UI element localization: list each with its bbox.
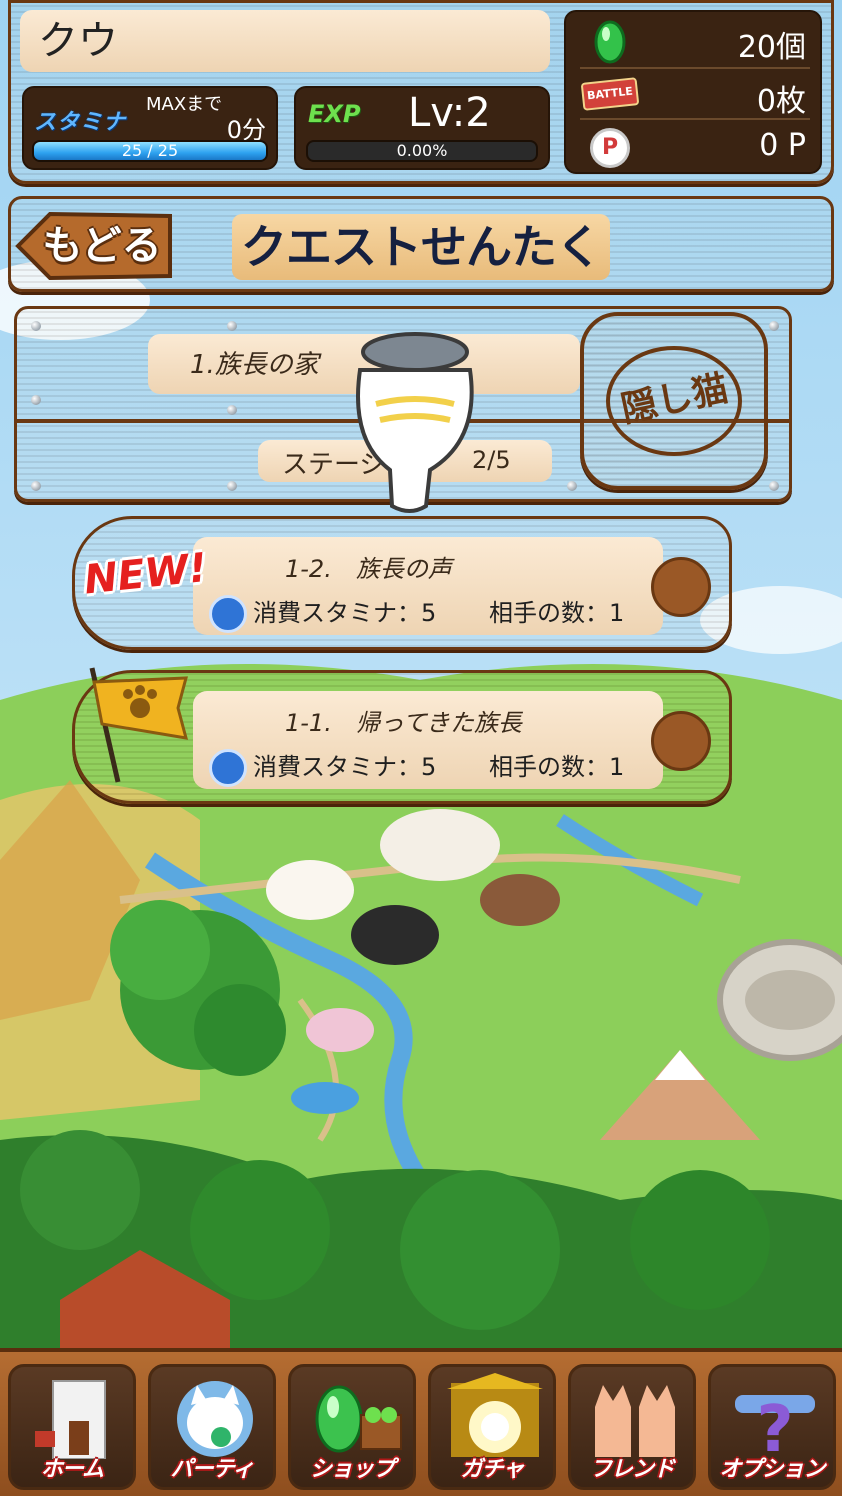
gacha-shrine-icon [447,1373,543,1457]
party-cat-icon [177,1381,253,1457]
points-icon: P [590,128,630,168]
svg-text:?: ? [756,1393,793,1459]
exp-bar: 0.00% [306,140,538,162]
nav-label: ショップ [309,1457,395,1482]
battle-tickets-row: BATTLE 0枚 [566,70,824,120]
stamina-panel: スタミナ MAXまで 0分 25 / 25 [22,86,278,170]
option-question-icon: ? [735,1393,815,1459]
battle-ticket-icon: BATTLE [580,77,640,111]
quest-title: 1-1. 帰ってきた族長 [285,709,522,737]
paw-stamp-icon [651,557,711,617]
stamina-bar: 25 / 25 [32,140,268,162]
back-button-label: もどる [42,223,162,269]
exp-panel: EXP Lv:2 0.00% [294,86,550,170]
nail [769,321,779,331]
new-badge: NEW! [82,545,212,604]
gems-count: 20個 [737,30,806,65]
cleared-flag-icon [89,667,189,783]
stamina-label: スタミナ [34,110,127,135]
nail [31,321,41,331]
nav-option-button[interactable]: ? オプション [708,1364,836,1490]
exp-label: EXP [308,100,361,128]
green-gem-icon [594,20,626,64]
bottom-navigation: ホーム パーティ ショップ ガチャ フレンド ? オプション [0,1348,842,1496]
paw-stamina-icon [209,749,247,787]
nav-label: パーティ [170,1457,255,1482]
nav-label: ガチャ [460,1457,525,1482]
nail [31,395,41,405]
quest-stamina-cost: 消費スタミナ：5 [253,753,437,781]
nail [769,481,779,491]
tutorial-hand-pointer-icon [356,332,474,513]
nav-party-button[interactable]: パーティ [148,1364,276,1490]
nav-home-button[interactable]: ホーム [8,1364,136,1490]
points-row: P 0 P [566,122,824,172]
nav-label: オプション [719,1457,825,1482]
nav-label: ホーム [40,1457,104,1482]
home-house-icon [35,1380,106,1459]
resources-panel: 20個 BATTLE 0枚 P 0 P [564,10,822,174]
separator [580,118,810,120]
shop-gem-icon [315,1385,402,1453]
new-badge-text: NEW! [81,544,210,604]
nav-gacha-button[interactable]: ガチャ [428,1364,556,1490]
stamina-max-label: MAXまで [146,94,223,115]
separator [580,67,810,69]
friends-cats-icon [595,1385,675,1457]
quest-enemy-count: 相手の数：1 [489,599,625,627]
quest-title: 1-2. 族長の声 [285,555,452,583]
paw-stamp-icon [651,711,711,771]
nav-shop-button[interactable]: ショップ [288,1364,416,1490]
nail [227,481,237,491]
nail [567,481,577,491]
back-button[interactable]: もどる [14,210,174,282]
battle-tickets-count: 0枚 [756,84,806,119]
level-text: Lv:2 [408,90,491,136]
player-name: クウ [20,10,550,72]
nav-friend-button[interactable]: フレンド [568,1364,696,1490]
quest-enemy-count: 相手の数：1 [489,753,625,781]
page-title: クエストせんたく [241,220,602,274]
nail [227,321,237,331]
nail [31,481,41,491]
nail [227,405,237,415]
nav-label: フレンド [589,1457,675,1482]
quest-stamina-cost: 消費スタミナ：5 [253,599,437,627]
area-name: 1.族長の家 [190,350,319,380]
exp-bar-text: 0.00% [396,141,448,160]
gems-row: 20個 [566,16,824,66]
hidden-cat-badge[interactable]: 隠し猫 [580,312,768,490]
stamina-bar-text: 25 / 25 [121,141,179,160]
points-count: 0 P [759,128,806,163]
paw-stamina-icon [209,595,247,633]
